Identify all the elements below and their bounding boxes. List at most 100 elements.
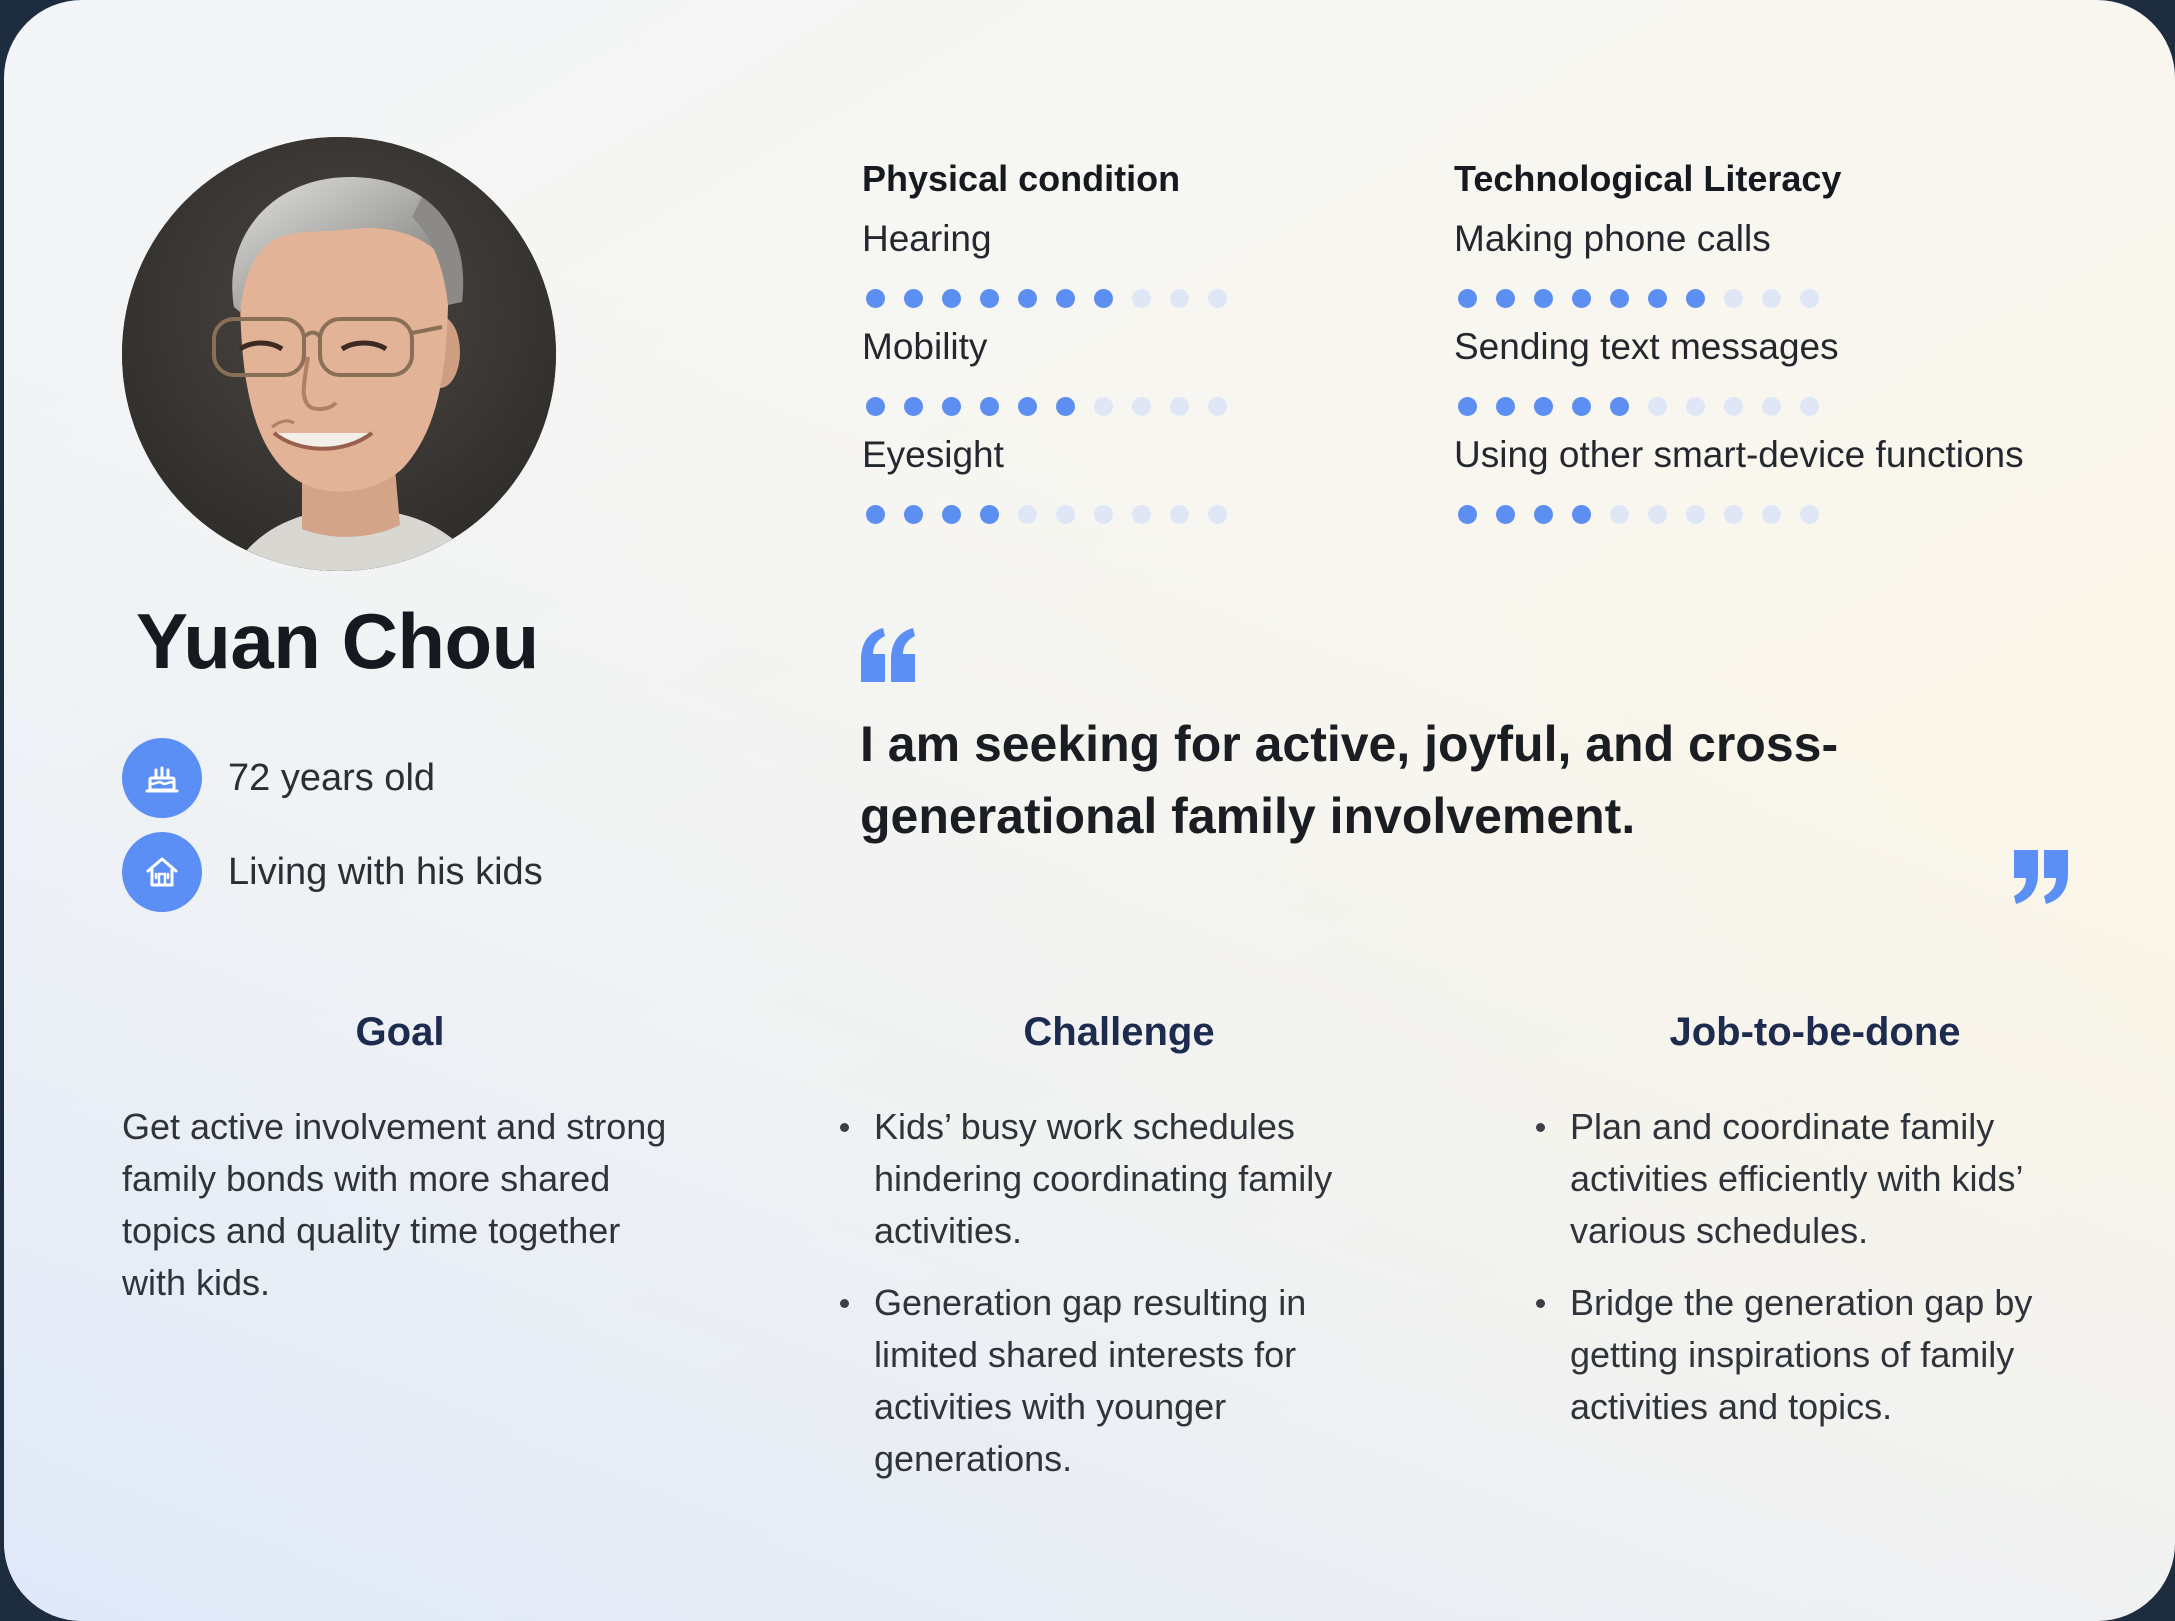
rating-dot-empty: [1686, 504, 1705, 524]
rating-dot-filled: [1496, 288, 1515, 308]
job-column: Job-to-be-done Plan and coordinate famil…: [1530, 1010, 2090, 1453]
rating-dot-empty: [1208, 288, 1227, 308]
challenge-list: Kids’ busy work schedules hindering coor…: [834, 1101, 1394, 1485]
rating-dot-empty: [1800, 396, 1819, 416]
attr-item: Eyesight: [862, 434, 1227, 542]
rating-dot-empty: [1094, 504, 1113, 524]
rating-dot-filled: [866, 396, 885, 416]
rating-dot-empty: [1800, 288, 1819, 308]
tech-heading: Technological Literacy: [1454, 158, 1842, 199]
mobility-rating: [862, 378, 1227, 434]
rating-dot-empty: [1648, 504, 1667, 524]
rating-dot-empty: [1686, 396, 1705, 416]
rating-dot-empty: [1132, 504, 1151, 524]
rating-dot-empty: [1170, 504, 1189, 524]
rating-dot-filled: [1610, 396, 1629, 416]
rating-dot-filled: [1496, 504, 1515, 524]
rating-dot-empty: [1170, 288, 1189, 308]
rating-dot-filled: [1648, 288, 1667, 308]
rating-dot-empty: [1018, 504, 1037, 524]
challenge-column: Challenge Kids’ busy work schedules hind…: [834, 1010, 1394, 1505]
rating-dot-filled: [1534, 504, 1553, 524]
rating-dot-empty: [1800, 504, 1819, 524]
list-item: Kids’ busy work schedules hindering coor…: [834, 1101, 1394, 1257]
rating-dot-empty: [1648, 396, 1667, 416]
text-messages-label: Sending text messages: [1454, 326, 1839, 367]
age-row: 72 years old: [122, 738, 435, 818]
list-item: Plan and coordinate family activities ef…: [1530, 1101, 2090, 1257]
text-messages-rating: [1454, 378, 2024, 434]
rating-dot-filled: [1018, 288, 1037, 308]
quote-line-1: I am seeking for active, joyful, and cro…: [860, 716, 1839, 772]
goal-text: Get active involvement and strong family…: [122, 1106, 667, 1303]
rating-dot-filled: [1572, 504, 1591, 524]
rating-dot-filled: [942, 504, 961, 524]
rating-dot-filled: [904, 504, 923, 524]
rating-dot-filled: [1458, 288, 1477, 308]
rating-dot-filled: [1534, 396, 1553, 416]
smart-device-rating: [1454, 486, 2024, 542]
eyesight-rating: [862, 486, 1227, 542]
attr-item: Using other smart-device functions: [1454, 434, 2024, 542]
rating-dot-empty: [1724, 504, 1743, 524]
rating-dot-empty: [1610, 504, 1629, 524]
rating-dot-filled: [904, 396, 923, 416]
eyesight-label: Eyesight: [862, 434, 1004, 475]
attr-item: Mobility: [862, 326, 1227, 434]
list-item: Bridge the generation gap by getting ins…: [1530, 1277, 2090, 1433]
living-row: Living with his kids: [122, 832, 543, 912]
rating-dot-filled: [1018, 396, 1037, 416]
hearing-label: Hearing: [862, 218, 992, 259]
physical-condition-block: Physical condition Hearing Mobility Eyes…: [862, 158, 1227, 542]
quote-line-2: generational family involvement.: [860, 788, 1636, 844]
rating-dot-filled: [1572, 396, 1591, 416]
rating-dot-filled: [1572, 288, 1591, 308]
rating-dot-filled: [1056, 396, 1075, 416]
rating-dot-filled: [904, 288, 923, 308]
rating-dot-filled: [1686, 288, 1705, 308]
rating-dot-empty: [1762, 504, 1781, 524]
rating-dot-empty: [1208, 504, 1227, 524]
rating-dot-empty: [1056, 504, 1075, 524]
goal-title: Goal: [355, 1010, 445, 1054]
quote-close-icon: [2014, 850, 2068, 904]
attr-item: Making phone calls: [1454, 218, 2024, 326]
rating-dot-empty: [1762, 396, 1781, 416]
rating-dot-empty: [1132, 396, 1151, 416]
rating-dot-filled: [1610, 288, 1629, 308]
rating-dot-empty: [1170, 396, 1189, 416]
rating-dot-filled: [866, 288, 885, 308]
living-label: Living with his kids: [228, 850, 543, 893]
persona-card: Yuan Chou 72 years old Living with his k…: [4, 0, 2175, 1621]
rating-dot-filled: [942, 288, 961, 308]
cake-icon: [122, 738, 202, 818]
rating-dot-empty: [1724, 288, 1743, 308]
quote-open-icon: [861, 628, 915, 682]
rating-dot-filled: [1056, 288, 1075, 308]
rating-dot-filled: [980, 504, 999, 524]
rating-dot-filled: [942, 396, 961, 416]
tech-literacy-block: Technological Literacy Making phone call…: [1454, 158, 2024, 542]
physical-heading: Physical condition: [862, 158, 1181, 199]
challenge-title: Challenge: [1023, 1010, 1215, 1054]
rating-dot-empty: [1094, 396, 1113, 416]
list-item: Generation gap resulting in limited shar…: [834, 1277, 1394, 1485]
goal-column: Goal Get active involvement and strong f…: [122, 1010, 678, 1309]
house-icon: [122, 832, 202, 912]
rating-dot-empty: [1762, 288, 1781, 308]
rating-dot-filled: [1458, 504, 1477, 524]
rating-dot-empty: [1724, 396, 1743, 416]
rating-dot-filled: [1094, 288, 1113, 308]
job-list: Plan and coordinate family activities ef…: [1530, 1101, 2090, 1433]
age-label: 72 years old: [228, 756, 436, 799]
hearing-rating: [862, 270, 1227, 326]
rating-dot-empty: [1208, 396, 1227, 416]
attr-item: Hearing: [862, 218, 1227, 326]
rating-dot-filled: [980, 396, 999, 416]
mobility-label: Mobility: [862, 326, 988, 367]
attr-item: Sending text messages: [1454, 326, 2024, 434]
smart-device-label: Using other smart-device functions: [1454, 434, 2024, 475]
rating-dot-empty: [1132, 288, 1151, 308]
rating-dot-filled: [1496, 396, 1515, 416]
rating-dot-filled: [1534, 288, 1553, 308]
